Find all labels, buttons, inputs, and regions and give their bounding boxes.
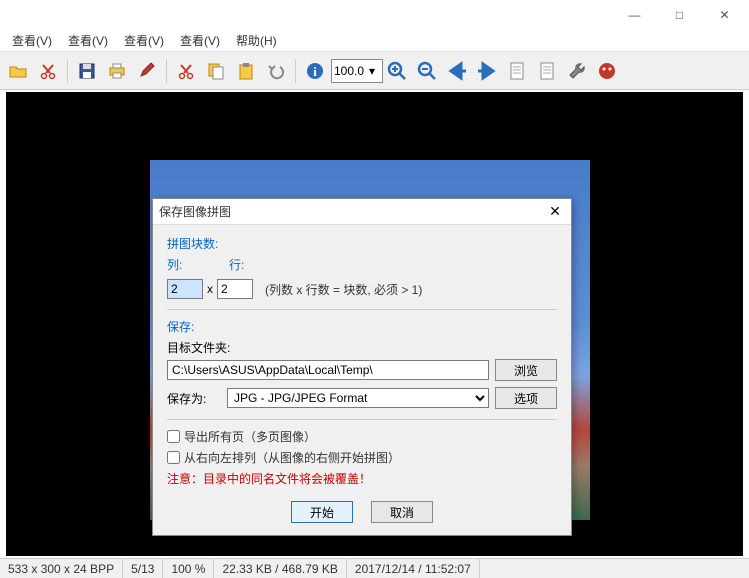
columns-label: 列:	[167, 256, 191, 273]
cut2-button[interactable]	[172, 57, 200, 85]
prev-button[interactable]	[443, 57, 471, 85]
cut-button[interactable]	[34, 57, 62, 85]
copy-button[interactable]	[202, 57, 230, 85]
export-all-label: 导出所有页（多页图像）	[184, 428, 316, 445]
save-tile-dialog: 保存图像拼图 ✕ 拼图块数: 列: 行: x (列数 x 行数 = 块数, 必须…	[152, 198, 572, 536]
save-button[interactable]	[73, 57, 101, 85]
toolbar-separator	[67, 59, 68, 83]
menu-help[interactable]: 帮助(H)	[228, 30, 285, 51]
status-page: 5/13	[123, 559, 163, 578]
close-button[interactable]: ✕	[702, 1, 747, 29]
target-folder-label: 目标文件夹:	[167, 339, 557, 356]
minimize-button[interactable]: —	[612, 1, 657, 29]
info-button[interactable]: i	[301, 57, 329, 85]
rows-label: 行:	[229, 256, 253, 273]
overwrite-warning: 注意：目录中的同名文件将会被覆盖！	[167, 470, 557, 487]
dialog-titlebar[interactable]: 保存图像拼图 ✕	[153, 199, 571, 225]
folder-open-icon	[8, 61, 28, 81]
target-folder-input[interactable]	[167, 360, 489, 380]
arrow-right-icon	[476, 60, 498, 82]
printer-icon	[107, 61, 127, 81]
save-as-label: 保存为:	[167, 390, 221, 407]
mascot-button[interactable]	[593, 57, 621, 85]
window-titlebar: — □ ✕	[0, 0, 749, 30]
zoom-input[interactable]	[331, 59, 383, 83]
rows-input[interactable]	[217, 279, 253, 299]
zoom-in-icon	[386, 60, 408, 82]
document-icon	[537, 61, 557, 81]
toolbar: i ▾	[0, 52, 749, 90]
status-filesize: 22.33 KB / 468.79 KB	[214, 559, 346, 578]
status-zoom: 100 %	[163, 559, 214, 578]
clipboard-icon	[236, 61, 256, 81]
rtl-checkbox[interactable]	[167, 451, 180, 464]
zoom-out-icon	[416, 60, 438, 82]
copy-icon	[206, 61, 226, 81]
next-button[interactable]	[473, 57, 501, 85]
menu-view-1[interactable]: 查看(V)	[4, 30, 60, 51]
cancel-button[interactable]: 取消	[371, 501, 433, 523]
undo-icon	[266, 61, 286, 81]
info-icon: i	[305, 61, 325, 81]
dialog-close-button[interactable]: ✕	[545, 202, 565, 222]
export-all-checkbox[interactable]	[167, 430, 180, 443]
zoom-in-button[interactable]	[383, 57, 411, 85]
multiply-label: x	[207, 282, 213, 296]
status-datetime: 2017/12/14 / 11:52:07	[347, 559, 480, 578]
dialog-title: 保存图像拼图	[159, 203, 231, 220]
options-button[interactable]: 选项	[495, 387, 557, 409]
edit-button[interactable]	[133, 57, 161, 85]
undo-button[interactable]	[262, 57, 290, 85]
open-button[interactable]	[4, 57, 32, 85]
tiles-section-label: 拼图块数:	[167, 235, 557, 252]
divider	[167, 419, 557, 420]
menu-view-4[interactable]: 查看(V)	[172, 30, 228, 51]
menubar: 查看(V) 查看(V) 查看(V) 查看(V) 帮助(H)	[0, 30, 749, 52]
tools-button[interactable]	[563, 57, 591, 85]
arrow-left-icon	[446, 60, 468, 82]
paste-button[interactable]	[232, 57, 260, 85]
menu-view-2[interactable]: 查看(V)	[60, 30, 116, 51]
divider	[167, 309, 557, 310]
zoom-out-button[interactable]	[413, 57, 441, 85]
mascot-icon	[596, 60, 618, 82]
format-select[interactable]: JPG - JPG/JPEG Format	[227, 388, 489, 408]
doc2-button[interactable]	[533, 57, 561, 85]
scissors-icon	[176, 61, 196, 81]
rtl-checkbox-row[interactable]: 从右向左排列（从图像的右侧开始拼图）	[167, 449, 557, 466]
browse-button[interactable]: 浏览	[495, 359, 557, 381]
formula-hint: (列数 x 行数 = 块数, 必须 > 1)	[265, 281, 422, 298]
menu-view-3[interactable]: 查看(V)	[116, 30, 172, 51]
doc1-button[interactable]	[503, 57, 531, 85]
toolbar-separator	[166, 59, 167, 83]
save-section-label: 保存:	[167, 318, 557, 335]
print-button[interactable]	[103, 57, 131, 85]
rtl-label: 从右向左排列（从图像的右侧开始拼图）	[184, 449, 400, 466]
maximize-button[interactable]: □	[657, 1, 702, 29]
floppy-icon	[77, 61, 97, 81]
toolbar-separator	[295, 59, 296, 83]
scissors-icon	[38, 61, 58, 81]
pencil-icon	[137, 61, 157, 81]
document-icon	[507, 61, 527, 81]
export-all-checkbox-row[interactable]: 导出所有页（多页图像）	[167, 428, 557, 445]
wrench-icon	[567, 61, 587, 81]
start-button[interactable]: 开始	[291, 501, 353, 523]
statusbar: 533 x 300 x 24 BPP 5/13 100 % 22.33 KB /…	[0, 558, 749, 578]
svg-text:i: i	[313, 64, 317, 79]
columns-input[interactable]	[167, 279, 203, 299]
status-dimensions: 533 x 300 x 24 BPP	[0, 559, 123, 578]
